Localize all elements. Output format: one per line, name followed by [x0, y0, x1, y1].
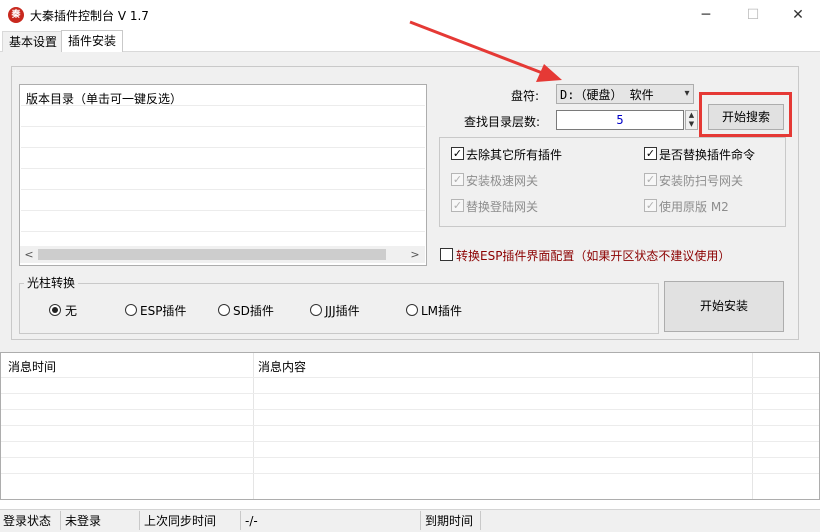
pillar-radio-sd[interactable] — [218, 304, 230, 316]
login-gateway-label: 替换登陆网关 — [466, 200, 539, 214]
replace-command-label[interactable]: 是否替换插件命令 — [659, 146, 755, 163]
scroll-right-arrow-icon[interactable]: > — [408, 246, 422, 263]
status-divider — [60, 511, 61, 530]
pillar-group-title: 光柱转换 — [24, 274, 79, 291]
pillar-radio-lm[interactable] — [406, 304, 418, 316]
status-divider — [139, 511, 140, 530]
close-button[interactable]: ✕ — [775, 0, 820, 30]
log-column-content[interactable]: 消息内容 — [258, 358, 306, 375]
chevron-down-icon[interactable]: ▾ — [680, 84, 694, 104]
highlight-annotation-box — [699, 92, 792, 137]
app-logo-icon: 秦 — [8, 7, 24, 23]
remove-others-checkbox[interactable]: ✓ — [451, 147, 464, 160]
anti-scan-gateway-label: 安装防扫号网关 — [659, 174, 744, 188]
tab-basic-settings[interactable]: 基本设置 — [2, 31, 65, 52]
login-status-label: 登录状态 — [3, 514, 52, 528]
version-list[interactable] — [19, 84, 427, 266]
scrollbar-thumb[interactable] — [38, 249, 386, 260]
original-m2-checkbox[interactable]: ✓ — [644, 199, 657, 212]
log-column-time[interactable]: 消息时间 — [8, 358, 56, 375]
table-row — [1, 409, 819, 410]
column-divider — [253, 353, 254, 499]
table-row — [1, 457, 819, 458]
scroll-left-arrow-icon[interactable]: < — [22, 246, 36, 263]
pillar-label-esp[interactable]: ESP插件 — [140, 302, 186, 319]
log-table[interactable] — [0, 352, 820, 500]
fast-gateway-checkbox[interactable]: ✓ — [451, 173, 464, 186]
pillar-label-lm[interactable]: LM插件 — [421, 302, 462, 319]
depth-spinner[interactable]: ▲ ▼ — [685, 110, 698, 130]
status-divider — [240, 511, 241, 530]
pillar-radio-none[interactable] — [49, 304, 61, 316]
table-row — [1, 393, 819, 394]
depth-input[interactable]: 5 — [556, 110, 684, 130]
status-divider — [480, 511, 481, 530]
esp-convert-label[interactable]: 转换ESP插件界面配置（如果开区状态不建议使用） — [456, 247, 730, 264]
expire-time-label: 到期时间 — [425, 514, 474, 528]
sync-time-value: -/- — [245, 514, 258, 528]
fast-gateway-label: 安装极速网关 — [466, 174, 539, 188]
maximize-button[interactable]: ☐ — [730, 0, 776, 30]
table-row — [1, 441, 819, 442]
pillar-radio-jjj[interactable] — [310, 304, 322, 316]
minimize-button[interactable]: ─ — [683, 0, 729, 30]
pillar-radio-esp[interactable] — [125, 304, 137, 316]
drive-select[interactable]: D:（硬盘） 软件 — [556, 84, 694, 104]
version-list-header[interactable]: 版本目录（单击可一键反选） — [26, 90, 182, 107]
pillar-label-sd[interactable]: SD插件 — [233, 302, 274, 319]
pillar-label-none[interactable]: 无 — [65, 302, 77, 319]
status-divider — [420, 511, 421, 530]
sync-time-label: 上次同步时间 — [144, 514, 217, 528]
replace-command-checkbox[interactable]: ✓ — [644, 147, 657, 160]
tab-plugin-install[interactable]: 插件安装 — [61, 30, 124, 52]
table-row — [1, 377, 819, 378]
original-m2-label: 使用原版 M2 — [659, 200, 729, 214]
column-divider — [752, 353, 753, 499]
status-bar — [0, 509, 820, 532]
depth-label: 查找目录层数: — [464, 115, 541, 129]
drive-label: 盘符: — [511, 89, 540, 103]
esp-convert-checkbox[interactable]: ✓ — [440, 248, 453, 261]
login-status-value: 未登录 — [65, 514, 102, 528]
start-install-button[interactable]: 开始安装 — [664, 281, 784, 332]
pillar-label-jjj[interactable]: JJJ插件 — [325, 302, 360, 319]
login-gateway-checkbox[interactable]: ✓ — [451, 199, 464, 212]
window-title: 大秦插件控制台 V 1.7 — [30, 9, 149, 23]
remove-others-label[interactable]: 去除其它所有插件 — [466, 146, 562, 163]
table-row — [1, 473, 819, 474]
table-row — [1, 425, 819, 426]
anti-scan-gateway-checkbox[interactable]: ✓ — [644, 173, 657, 186]
